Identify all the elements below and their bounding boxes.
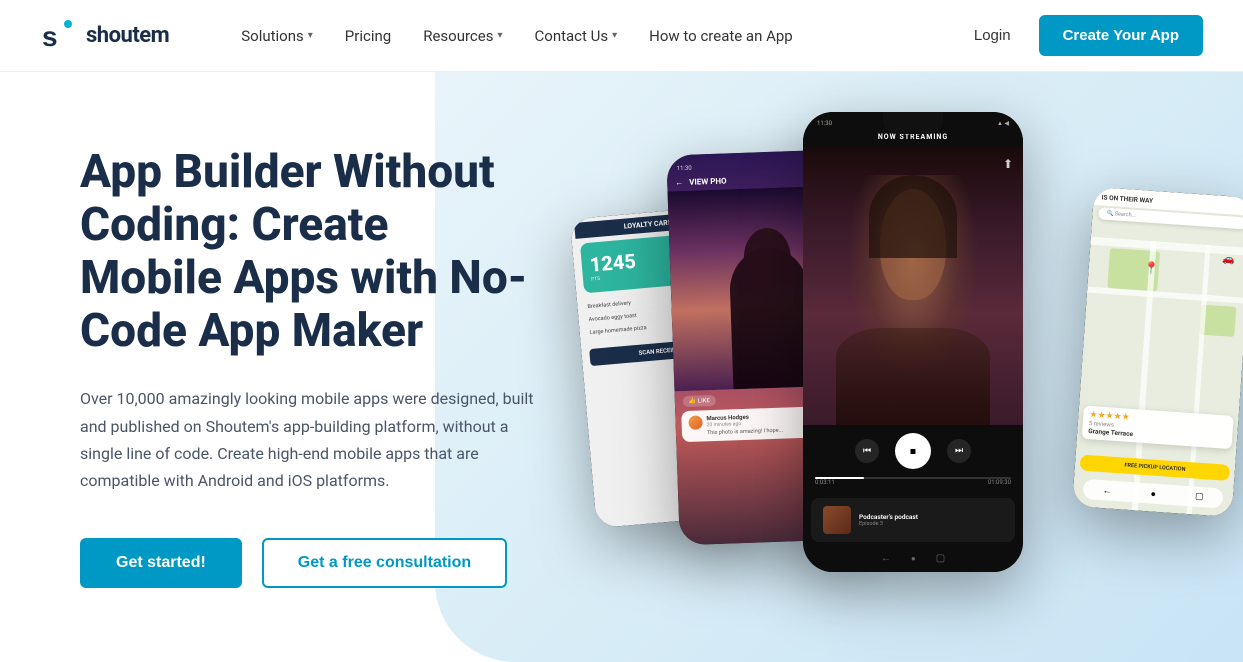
phone-map: IS ON THEIR WAY 🔍 Search... 📍: [1072, 187, 1243, 517]
hero-description: Over 10,000 amazingly looking mobile app…: [80, 385, 540, 494]
stop-button[interactable]: ⏹: [895, 433, 931, 469]
podcast-episode: Episode 3: [859, 521, 1003, 527]
brand-name: shoutem: [86, 23, 169, 48]
podcast-thumbnail: [823, 506, 851, 534]
login-button[interactable]: Login: [962, 19, 1023, 52]
chevron-down-icon: ▾: [308, 30, 313, 41]
nav-links: Solutions ▾ Pricing Resources ▾ Contact …: [229, 19, 962, 53]
progress-bar: [815, 477, 1011, 479]
forward-button[interactable]: ⏭: [947, 439, 971, 463]
hero-section: App Builder Without Coding: Create Mobil…: [0, 72, 1243, 662]
hero-title: App Builder Without Coding: Create Mobil…: [80, 146, 540, 358]
playback-controls: ⏮ ⏹ ⏭: [803, 425, 1023, 477]
phone-podcast: 11:30 ▲ ◀ NOW STREAMING: [803, 112, 1023, 572]
nav-solutions[interactable]: Solutions ▾: [229, 19, 325, 53]
hero-content: App Builder Without Coding: Create Mobil…: [0, 86, 580, 648]
comment-text: This photo is amazing! I hope...: [707, 428, 783, 437]
phones-illustration: LOYALTY CARD 1245 PTS: [583, 92, 1243, 652]
loyalty-points: 1245: [589, 249, 637, 277]
like-button: 👍 LIKE: [683, 395, 716, 407]
phone-nav-bar: ← ● ▢: [803, 548, 1023, 572]
rewind-button[interactable]: ⏮: [855, 439, 879, 463]
nav-pricing[interactable]: Pricing: [333, 19, 403, 53]
logo[interactable]: s shoutem: [40, 16, 169, 56]
video-area: ⬆: [803, 147, 1023, 425]
consultation-button[interactable]: Get a free consultation: [262, 538, 507, 588]
create-app-button[interactable]: Create Your App: [1039, 15, 1203, 56]
nav-contact[interactable]: Contact Us ▾: [523, 19, 630, 53]
nav-resources[interactable]: Resources ▾: [411, 19, 514, 53]
svg-text:s: s: [42, 21, 58, 52]
share-icon: ⬆: [1003, 157, 1013, 171]
navbar: s shoutem Solutions ▾ Pricing Resources …: [0, 0, 1243, 72]
podcast-mini-card: Podcaster's podcast Episode 3: [811, 498, 1015, 542]
nav-how-to[interactable]: How to create an App: [637, 19, 805, 53]
hero-buttons: Get started! Get a free consultation: [80, 538, 540, 588]
chevron-down-icon: ▾: [612, 30, 617, 41]
chevron-down-icon: ▾: [497, 30, 502, 41]
delivery-icon: 🚗: [1222, 254, 1235, 266]
time-display: 0:03:11 01:09:30: [803, 479, 1023, 492]
avatar: [688, 415, 702, 429]
get-started-button[interactable]: Get started!: [80, 538, 242, 588]
nav-actions: Login Create Your App: [962, 15, 1203, 56]
map-pin: 📍: [1143, 260, 1159, 275]
podcast-screen: 11:30 ▲ ◀ NOW STREAMING: [803, 112, 1023, 572]
phone-notch: [883, 112, 943, 134]
map-screen: IS ON THEIR WAY 🔍 Search... 📍: [1072, 187, 1243, 517]
podcast-title: Podcaster's podcast: [859, 513, 1003, 521]
